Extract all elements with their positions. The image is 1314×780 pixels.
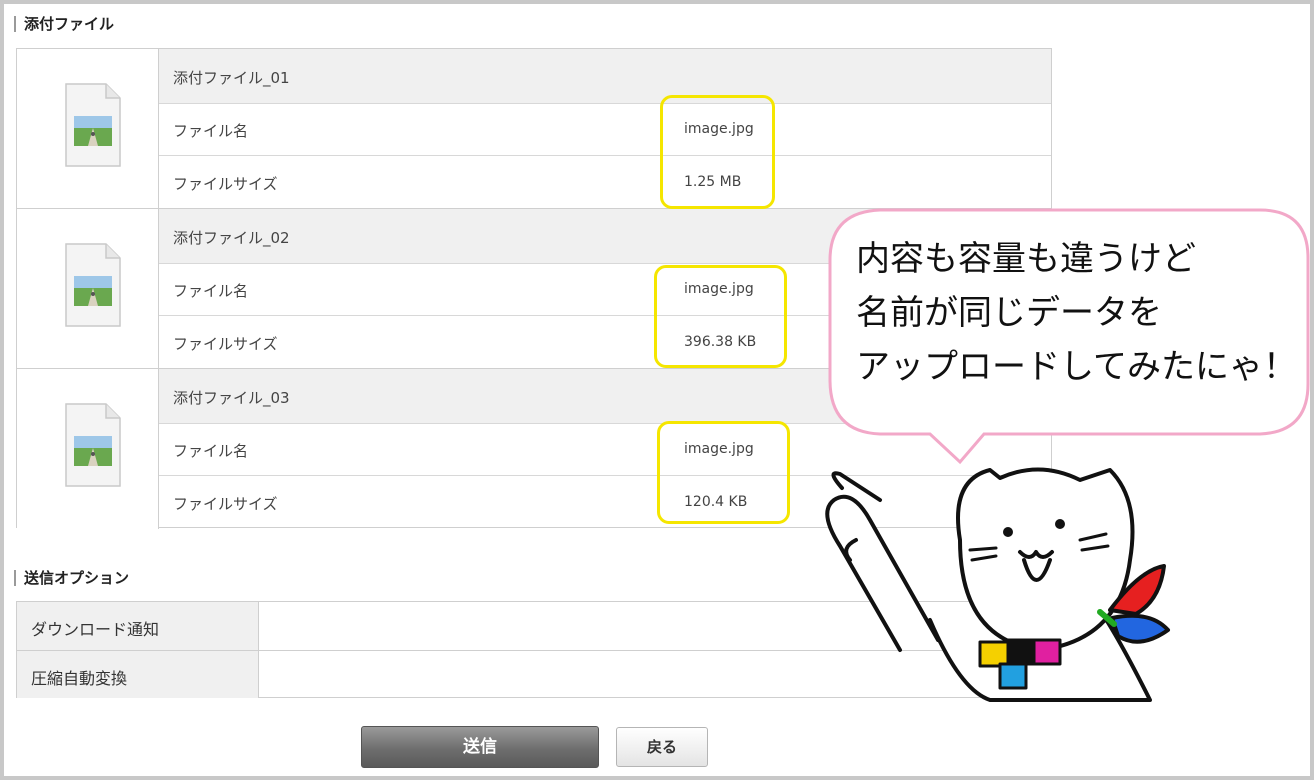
thumbnail-cell — [17, 369, 159, 529]
highlight-box-2 — [654, 265, 787, 368]
file-size-row: ファイルサイズ 1.25 MB — [159, 156, 1051, 208]
image-file-icon[interactable] — [64, 402, 122, 488]
send-options-table: ダウンロード通知 圧縮自動変換 — [16, 601, 1052, 698]
attachment-title-row: 添付ファイル_01 — [159, 49, 1051, 104]
file-size-label: ファイルサイズ — [173, 335, 278, 353]
option-row-auto-compress[interactable]: 圧縮自動変換 — [17, 650, 1051, 698]
attachment-title: 添付ファイル_03 — [173, 389, 290, 407]
highlight-box-3 — [657, 421, 790, 524]
file-name-label: ファイル名 — [173, 122, 249, 140]
image-file-icon[interactable] — [64, 82, 122, 168]
highlight-box-1 — [660, 95, 775, 209]
thumbnail-cell — [17, 209, 159, 368]
file-name-label: ファイル名 — [173, 282, 249, 300]
thumbnail-cell — [17, 49, 159, 208]
option-label: 圧縮自動変換 — [17, 651, 259, 698]
options-section-title: 送信オプション — [14, 570, 129, 586]
attachment-title: 添付ファイル_02 — [173, 229, 290, 247]
option-row-download-notice[interactable]: ダウンロード通知 — [17, 602, 1051, 650]
annotation-line-1: 内容も容量も違うけど — [856, 239, 1196, 279]
file-name-row: ファイル名 image.jpg — [159, 424, 1051, 476]
file-name-label: ファイル名 — [173, 442, 249, 460]
option-label: ダウンロード通知 — [17, 602, 259, 650]
file-name-row: ファイル名 image.jpg — [159, 104, 1051, 156]
attachment-title: 添付ファイル_01 — [173, 69, 290, 87]
file-size-label: ファイルサイズ — [173, 175, 278, 193]
annotation-line-2: 名前が同じデータを — [856, 293, 1162, 333]
annotation-text: 内容も容量も違うけど 名前が同じデータを アップロードしてみたにゃ！ — [856, 232, 1306, 394]
send-button[interactable]: 送信 — [361, 726, 599, 768]
file-size-label: ファイルサイズ — [173, 495, 278, 513]
image-file-icon[interactable] — [64, 242, 122, 328]
attachments-section-title: 添付ファイル — [14, 16, 114, 32]
file-size-row: ファイルサイズ 120.4 KB — [159, 476, 1051, 528]
back-button[interactable]: 戻る — [616, 727, 708, 767]
annotation-line-3: アップロードしてみたにゃ！ — [856, 347, 1297, 387]
attachment-block-1: 添付ファイル_01 ファイル名 image.jpg ファイルサイズ 1.25 M… — [17, 49, 1051, 209]
